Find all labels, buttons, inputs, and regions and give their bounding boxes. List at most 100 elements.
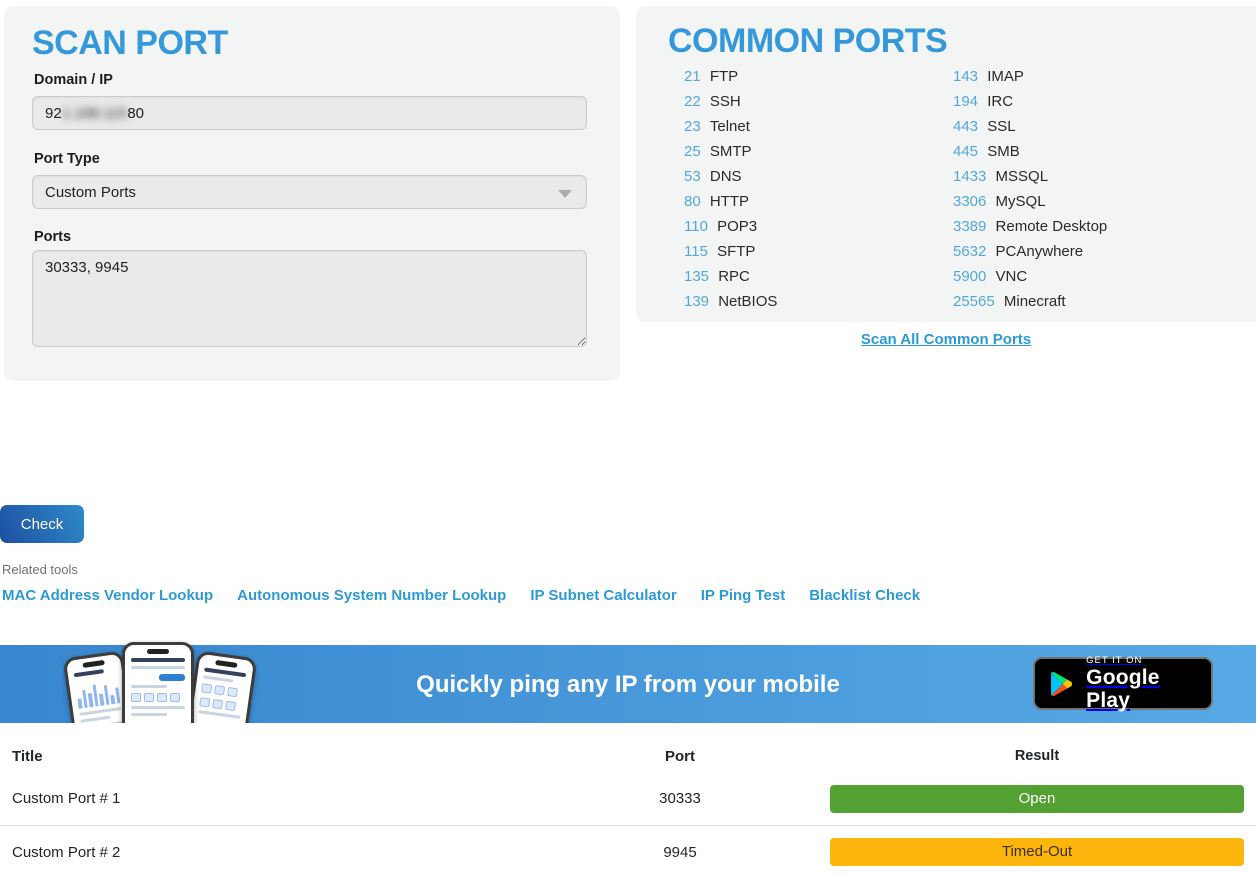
common-port-item[interactable]: 5900 VNC [953,264,1107,289]
common-ports-title: COMMON PORTS [668,22,947,61]
port-number: 25 [684,143,705,160]
common-port-item[interactable]: 194 IRC [953,89,1107,114]
header-port: Port [628,748,732,765]
common-port-item[interactable]: 3389 Remote Desktop [953,214,1107,239]
scan-all-common-ports-link[interactable]: Scan All Common Ports [861,331,1031,348]
header-result: Result [830,748,1244,764]
google-play-badge-line1: GET IT ON [1086,655,1198,666]
common-port-item[interactable]: 143 IMAP [953,64,1107,89]
common-port-item[interactable]: 3306 MySQL [953,189,1107,214]
related-tools-links: MAC Address Vendor Lookup Autonomous Syst… [2,587,920,604]
port-number: 445 [953,143,982,160]
check-button[interactable]: Check [0,505,84,543]
scan-port-panel: SCAN PORT Domain / IP 921.168.11580 Port… [4,6,620,381]
domain-ip-value-prefix: 92 [45,105,62,122]
common-ports-column-right: 143 IMAP 194 IRC 443 SSL 445 SMB 1433 MS… [953,64,1107,314]
common-port-item[interactable]: 110 POP3 [684,214,777,239]
common-port-item[interactable]: 139 NetBIOS [684,289,777,314]
related-tool-link[interactable]: MAC Address Vendor Lookup [2,587,213,604]
common-port-item[interactable]: 135 RPC [684,264,777,289]
port-type-select[interactable]: Custom Ports [32,175,587,209]
port-number: 143 [953,68,982,85]
domain-ip-label: Domain / IP [34,72,113,88]
port-name: SSH [710,93,741,110]
port-name: FTP [710,68,738,85]
port-name: MySQL [996,193,1046,210]
header-title: Title [0,748,628,765]
domain-ip-value-suffix: 80 [127,105,144,122]
related-tool-link[interactable]: Autonomous System Number Lookup [237,587,506,604]
results-table: Title Port Result Custom Port # 1 30333 … [0,740,1256,875]
result-title: Custom Port # 2 [0,844,628,861]
common-port-item[interactable]: 5632 PCAnywhere [953,239,1107,264]
port-number: 115 [684,243,712,260]
result-title: Custom Port # 1 [0,790,628,807]
common-ports-column-left: 21 FTP 22 SSH 23 Telnet 25 SMTP 53 DNS 8… [684,64,777,314]
common-port-item[interactable]: 115 SFTP [684,239,777,264]
scan-port-title: SCAN PORT [32,24,228,63]
port-number: 139 [684,293,713,310]
related-tools-heading: Related tools [2,562,78,577]
port-number: 135 [684,268,713,285]
result-port: 30333 [628,790,732,807]
port-name: Minecraft [1004,293,1066,310]
port-number: 25565 [953,293,999,310]
result-badge: Timed-Out [830,838,1244,866]
ports-textarea[interactable]: 30333, 9945 [32,250,587,347]
port-name: MSSQL [996,168,1049,185]
domain-ip-input[interactable]: 921.168.11580 [32,96,587,130]
port-name: SFTP [717,243,755,260]
port-name: PCAnywhere [996,243,1084,260]
related-tool-link[interactable]: Blacklist Check [809,587,920,604]
port-name: Remote Desktop [996,218,1108,235]
port-number: 5632 [953,243,991,260]
google-play-badge-text: GET IT ON Google Play [1086,655,1198,712]
phones-mockup-image [62,640,260,723]
table-row: Custom Port # 2 9945 Timed-Out [0,825,1256,875]
scan-all-wrap: Scan All Common Ports [636,331,1256,349]
port-name: IRC [987,93,1013,110]
port-number: 110 [684,218,712,235]
result-port: 9945 [628,844,732,861]
common-ports-panel: COMMON PORTS 21 FTP 22 SSH 23 Telnet 25 … [636,6,1256,322]
common-port-item[interactable]: 23 Telnet [684,114,777,139]
port-name: SMB [987,143,1020,160]
port-number: 80 [684,193,705,210]
common-port-item[interactable]: 22 SSH [684,89,777,114]
port-number: 53 [684,168,705,185]
port-number: 22 [684,93,705,110]
port-name: RPC [718,268,750,285]
common-port-item[interactable]: 25565 Minecraft [953,289,1107,314]
related-tool-link[interactable]: IP Subnet Calculator [530,587,676,604]
common-port-item[interactable]: 443 SSL [953,114,1107,139]
google-play-badge[interactable]: GET IT ON Google Play [1033,657,1213,710]
port-name: SSL [987,118,1015,135]
port-number: 194 [953,93,982,110]
port-number: 3389 [953,218,991,235]
port-name: SMTP [710,143,752,160]
port-name: Telnet [710,118,750,135]
related-tool-link[interactable]: IP Ping Test [701,587,785,604]
common-port-item[interactable]: 21 FTP [684,64,777,89]
common-port-item[interactable]: 53 DNS [684,164,777,189]
domain-ip-value-masked: 1.168.115 [62,105,128,122]
google-play-badge-line2: Google Play [1086,666,1198,712]
port-number: 1433 [953,168,991,185]
port-name: VNC [996,268,1028,285]
results-rows: Custom Port # 1 30333 Open Custom Port #… [0,772,1256,875]
port-name: NetBIOS [718,293,777,310]
common-port-item[interactable]: 80 HTTP [684,189,777,214]
port-type-label: Port Type [34,151,100,167]
result-badge: Open [830,785,1244,813]
port-number: 443 [953,118,982,135]
common-port-item[interactable]: 25 SMTP [684,139,777,164]
table-row: Custom Port # 1 30333 Open [0,772,1256,825]
ports-label: Ports [34,229,71,245]
chevron-down-icon [558,190,572,198]
port-number: 5900 [953,268,991,285]
common-port-item[interactable]: 1433 MSSQL [953,164,1107,189]
phone-center [122,642,194,723]
common-port-item[interactable]: 445 SMB [953,139,1107,164]
port-number: 3306 [953,193,991,210]
port-name: IMAP [987,68,1024,85]
